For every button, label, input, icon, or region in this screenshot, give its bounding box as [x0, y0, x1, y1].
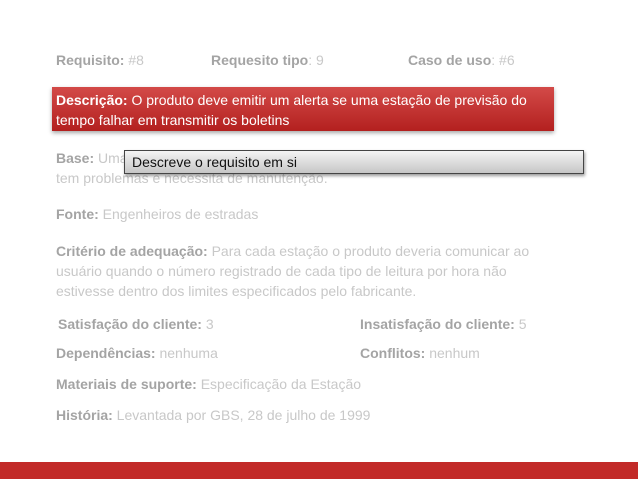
materiais-field: Materiais de suporte: Especificação da E…	[56, 374, 361, 394]
callout-text: Descreve o requisito em si	[132, 154, 297, 170]
dependencias-label: Dependências:	[56, 345, 156, 361]
historia-label: História:	[56, 407, 113, 423]
descricao-value: O produto deve emitir um alerta se uma e…	[56, 92, 527, 128]
dependencias-value: nenhuma	[155, 345, 218, 361]
satisfacao-label: Satisfação do cliente:	[58, 316, 202, 332]
base-label: Base:	[56, 150, 95, 166]
requisito-field: Requisito: #8	[56, 50, 144, 70]
conflitos-value: nenhum	[425, 345, 480, 361]
caso-de-uso-label: Caso de uso	[408, 52, 492, 68]
caso-de-uso-field: Caso de uso: #6	[408, 50, 515, 70]
conflitos-field: Conflitos: nenhum	[360, 343, 480, 363]
conflitos-label: Conflitos:	[360, 345, 426, 361]
requisito-tipo-label: Requesito tipo	[211, 52, 309, 68]
requisito-value: #8	[124, 52, 144, 68]
materiais-label: Materiais de suporte:	[56, 376, 197, 392]
insatisfacao-label: Insatisfação do cliente:	[360, 316, 515, 332]
satisfacao-field: Satisfação do cliente: 3	[58, 314, 214, 334]
historia-field: História: Levantada por GBS, 28 de julho…	[56, 405, 370, 425]
satisfacao-value: 3	[201, 316, 214, 332]
caso-de-uso-value: : #6	[491, 52, 515, 68]
requisito-label: Requisito:	[56, 52, 125, 68]
insatisfacao-field: Insatisfação do cliente: 5	[360, 314, 527, 334]
descricao-highlight-box: Descrição: O produto deve emitir um aler…	[52, 87, 554, 131]
fonte-value: Engenheiros de estradas	[98, 206, 259, 222]
materiais-value: Especificação da Estação	[196, 376, 362, 392]
fonte-field: Fonte: Engenheiros de estradas	[56, 204, 258, 224]
historia-value: Levantada por GBS, 28 de julho de 1999	[112, 407, 371, 423]
criterio-field: Critério de adequação: Para cada estação…	[56, 241, 566, 301]
callout-tooltip: Descreve o requisito em si	[124, 150, 584, 174]
requisito-tipo-value: : 9	[308, 52, 324, 68]
descricao-label: Descrição:	[56, 92, 128, 108]
fonte-label: Fonte:	[56, 206, 99, 222]
slide: Requisito: #8 Requesito tipo: 9 Caso de …	[0, 0, 638, 479]
requisito-tipo-field: Requesito tipo: 9	[211, 50, 324, 70]
criterio-label: Critério de adequação:	[56, 243, 208, 259]
insatisfacao-value: 5	[514, 316, 527, 332]
footer-bar	[0, 462, 638, 479]
dependencias-field: Dependências: nenhuma	[56, 343, 218, 363]
